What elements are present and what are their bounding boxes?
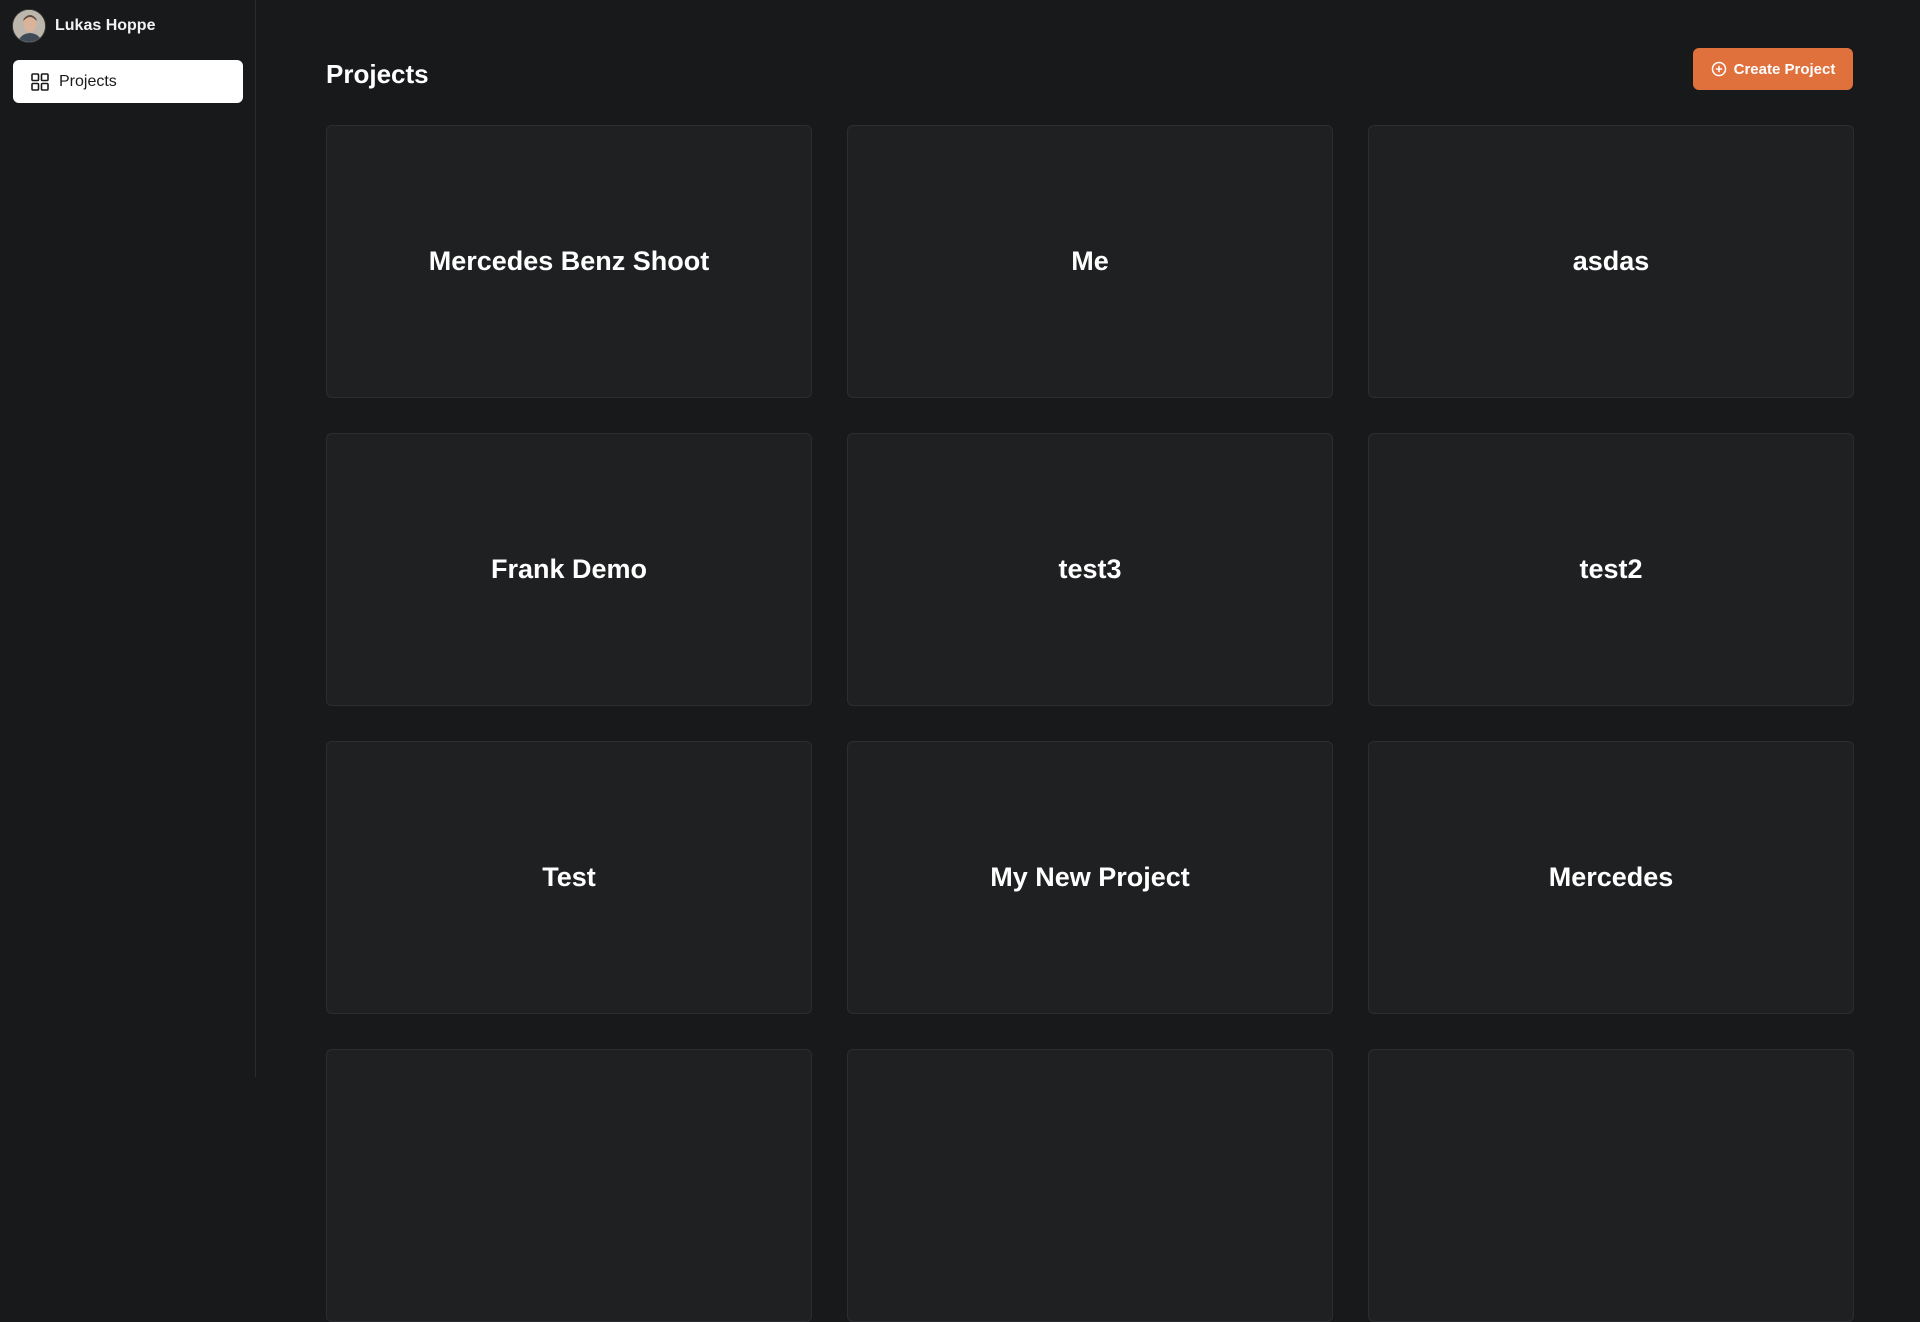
create-project-button[interactable]: Create Project [1693, 48, 1853, 90]
project-title: test2 [1579, 554, 1643, 584]
project-title: My New Project [990, 862, 1190, 892]
create-project-label: Create Project [1733, 60, 1836, 78]
project-title: Me [1071, 246, 1109, 276]
project-grid: Mercedes Benz Shoot Me asdas Frank Demo … [326, 125, 1854, 1322]
project-card[interactable]: My New Project [847, 741, 1333, 1014]
project-title: Frank Demo [490, 554, 648, 584]
project-card[interactable] [847, 1049, 1333, 1322]
project-card[interactable]: Frank Demo [326, 433, 812, 706]
plus-circle-icon [1711, 61, 1727, 77]
sidebar-item-label: Projects [59, 72, 117, 90]
project-title: Mercedes [1548, 862, 1674, 892]
project-card[interactable]: asdas [1368, 125, 1854, 398]
project-title: asdas [1572, 246, 1650, 276]
project-card[interactable] [326, 1049, 812, 1322]
project-card[interactable]: test2 [1368, 433, 1854, 706]
project-title: Test [542, 862, 596, 892]
sidebar: Lukas Hoppe Projects [0, 0, 256, 1077]
project-card[interactable]: Mercedes [1368, 741, 1854, 1014]
avatar[interactable] [12, 9, 46, 43]
user-profile[interactable]: Lukas Hoppe [12, 8, 155, 44]
project-card[interactable]: Test [326, 741, 812, 1014]
sidebar-item-projects[interactable]: Projects [13, 60, 243, 103]
project-card[interactable]: test3 [847, 433, 1333, 706]
project-title: test3 [1058, 554, 1122, 584]
project-card[interactable]: Mercedes Benz Shoot [326, 125, 812, 398]
page-title: Projects [326, 59, 429, 89]
avatar-photo-icon [13, 10, 45, 42]
user-name: Lukas Hoppe [55, 17, 156, 34]
grid-icon [30, 72, 50, 92]
project-title: Mercedes Benz Shoot [428, 246, 710, 276]
project-card[interactable] [1368, 1049, 1854, 1322]
project-card[interactable]: Me [847, 125, 1333, 398]
